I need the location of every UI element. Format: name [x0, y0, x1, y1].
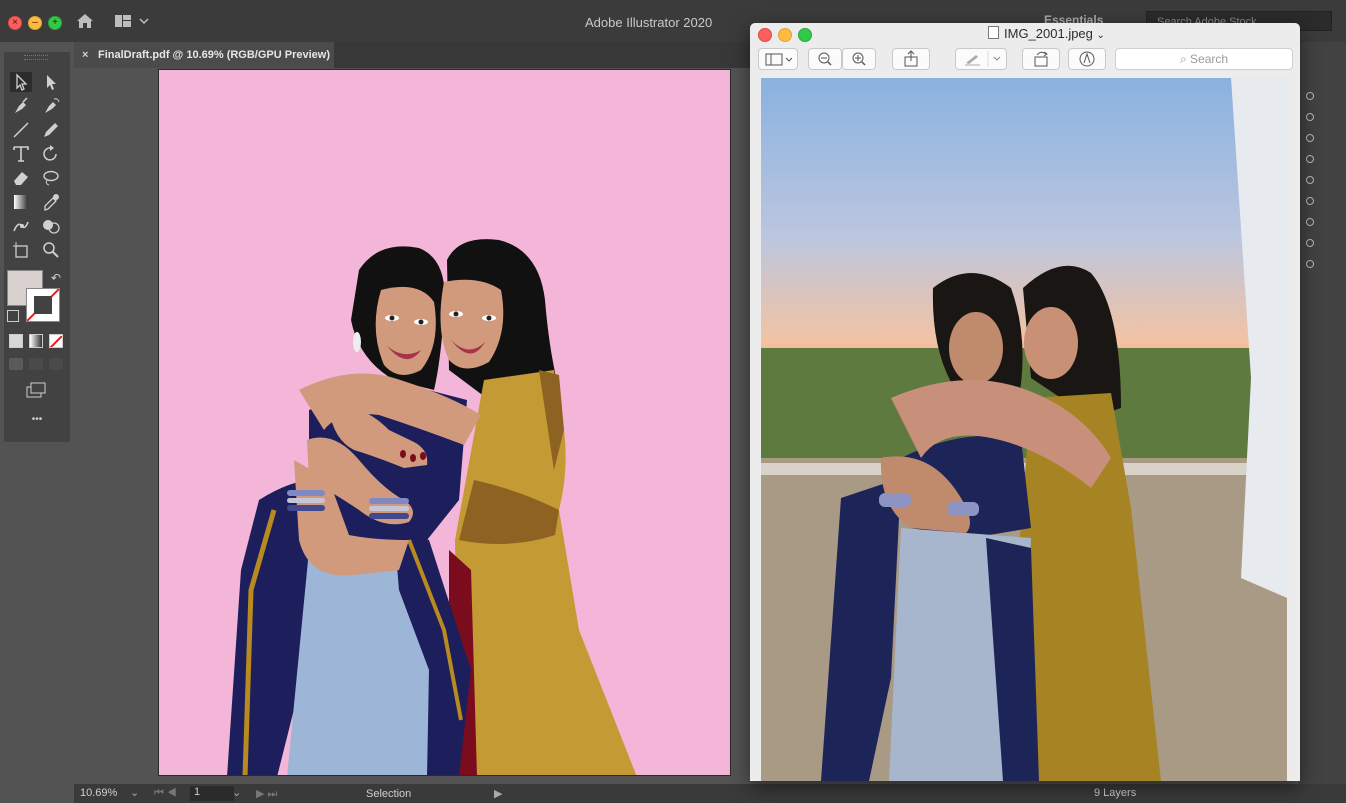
pupil	[389, 315, 395, 321]
layer-visibility-toggle[interactable]	[1306, 197, 1314, 205]
photo	[761, 78, 1287, 781]
layers-count: 9 Layers	[1094, 787, 1137, 799]
photo-bangles-right	[947, 502, 979, 516]
eraser-tool-icon[interactable]	[10, 168, 32, 188]
preview-title[interactable]: IMG_2001.jpeg ⌄	[988, 26, 1105, 41]
color-mode-icon[interactable]	[9, 334, 23, 348]
bangles-right	[369, 498, 409, 519]
mustard-dress	[455, 370, 637, 775]
shape-builder-tool-icon[interactable]	[40, 216, 62, 236]
rotate-tool-icon[interactable]	[40, 144, 62, 164]
puppet-warp-tool-icon[interactable]	[10, 216, 32, 236]
illustration	[227, 239, 637, 775]
app-title: Adobe Illustrator 2020	[585, 15, 713, 30]
swap-fill-stroke-icon[interactable]: ↶	[51, 271, 61, 285]
pupil	[486, 315, 492, 321]
zoom-out-button[interactable]	[808, 48, 842, 70]
jpeg-file-icon	[988, 26, 999, 39]
preview-search-field[interactable]: ⌕ Search	[1115, 48, 1293, 70]
artboard-tool-icon[interactable]	[10, 240, 32, 260]
zoom-level-field[interactable]: 10.69%	[80, 787, 117, 799]
curvature-tool-icon[interactable]	[40, 96, 62, 116]
earring	[353, 332, 361, 352]
draw-normal-icon[interactable]	[9, 358, 23, 370]
draw-inside-icon[interactable]	[49, 358, 63, 370]
preview-close-button[interactable]	[758, 28, 772, 42]
line-tool-icon[interactable]	[10, 120, 32, 140]
layers-panel-dock	[1298, 42, 1346, 784]
gradient-mode-icon[interactable]	[29, 334, 43, 348]
zoom-dropdown-chevron-icon[interactable]: ⌄	[130, 786, 139, 799]
layer-visibility-toggle[interactable]	[1306, 176, 1314, 184]
layer-visibility-toggle[interactable]	[1306, 155, 1314, 163]
sidebar-toggle-button[interactable]	[758, 48, 798, 70]
preview-zoom-button[interactable]	[798, 28, 812, 42]
sky	[761, 78, 1287, 368]
pupil	[418, 319, 424, 325]
share-button[interactable]	[892, 48, 930, 70]
status-mode-label[interactable]: Selection	[366, 788, 411, 800]
panel-grip[interactable]	[24, 55, 48, 60]
document-tab-label: FinalDraft.pdf @ 10.69% (RGB/GPU Preview…	[98, 49, 330, 61]
preview-title-text: IMG_2001.jpeg	[1004, 26, 1093, 41]
screen-mode-icon[interactable]	[25, 382, 47, 398]
zoom-in-button[interactable]	[842, 48, 876, 70]
layer-visibility-toggle[interactable]	[1306, 260, 1314, 268]
direct-selection-tool-icon[interactable]	[40, 72, 62, 92]
lasso-tool-icon[interactable]	[40, 168, 62, 188]
draw-behind-icon[interactable]	[29, 358, 43, 370]
photo-left-girl-face	[949, 312, 1003, 384]
title-chevron-icon: ⌄	[1096, 30, 1105, 41]
preview-window: IMG_2001.jpeg ⌄ ⌕ Search	[750, 23, 1300, 781]
home-icon[interactable]	[76, 13, 94, 29]
tools-panel: ↶ •••	[4, 52, 70, 442]
minimize-window-button[interactable]: –	[28, 16, 42, 30]
none-mode-icon[interactable]	[49, 334, 63, 348]
artboard-number-field[interactable]: 1	[190, 786, 234, 801]
zoom-tool-icon[interactable]	[40, 240, 62, 260]
type-tool-icon[interactable]	[10, 144, 32, 164]
artboard[interactable]	[158, 69, 731, 776]
rotate-button[interactable]	[1022, 48, 1060, 70]
status-menu-arrow-icon[interactable]: ▶	[494, 787, 502, 800]
arrange-documents-button[interactable]	[114, 13, 150, 29]
zoom-window-button[interactable]: +	[48, 16, 62, 30]
default-fill-stroke-icon[interactable]	[7, 310, 19, 322]
photo-scene	[761, 78, 1287, 781]
artboard-next-last-icon[interactable]: ▶⏭	[256, 787, 280, 801]
layer-visibility-toggle[interactable]	[1306, 239, 1314, 247]
pen-tool-icon[interactable]	[10, 96, 32, 116]
preview-minimize-button[interactable]	[778, 28, 792, 42]
pupil	[453, 311, 459, 317]
layer-visibility-toggle[interactable]	[1306, 92, 1314, 100]
stroke-swatch[interactable]	[26, 288, 60, 322]
search-icon: ⌕	[1179, 52, 1187, 66]
search-placeholder: Search	[1190, 52, 1229, 66]
status-bar: 10.69% ⌄ ⏮◀ 1 ⌄ ▶⏭ Selection ▶ 9 Layers	[74, 784, 1346, 803]
artboard-first-prev-icon[interactable]: ⏮◀	[154, 787, 180, 800]
artboard-dropdown-chevron-icon[interactable]: ⌄	[232, 786, 241, 799]
selection-tool-icon[interactable]	[10, 72, 32, 92]
markup-toolbar-button[interactable]	[1068, 48, 1106, 70]
photo-right-girl-face	[1024, 307, 1078, 379]
highlight-button[interactable]	[955, 48, 1007, 70]
close-tab-icon[interactable]: ×	[82, 42, 88, 68]
layer-visibility-toggle[interactable]	[1306, 113, 1314, 121]
eyedropper-tool-icon[interactable]	[40, 192, 62, 212]
close-window-button[interactable]: ×	[8, 16, 22, 30]
photo-bangles-left	[879, 493, 911, 507]
bangles-left	[287, 490, 325, 511]
document-tab[interactable]: × FinalDraft.pdf @ 10.69% (RGB/GPU Previ…	[74, 42, 334, 68]
gradient-tool-icon[interactable]	[10, 192, 32, 212]
layer-visibility-toggle[interactable]	[1306, 218, 1314, 226]
layer-visibility-toggle[interactable]	[1306, 134, 1314, 142]
edit-toolbar-button[interactable]: •••	[4, 414, 70, 425]
pencil-tool-icon[interactable]	[40, 120, 62, 140]
